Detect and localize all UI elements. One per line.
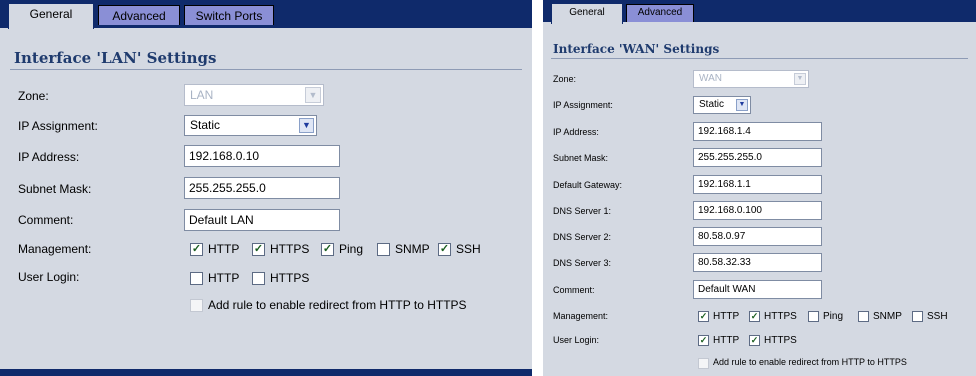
wan-dns3-label: DNS Server 3: <box>553 258 612 268</box>
wan-dns2-input[interactable]: 80.58.0.97 <box>693 227 822 246</box>
lan-settings-panel: General Advanced Switch Ports Interface … <box>0 0 532 376</box>
wan-zone-value: WAN <box>699 73 722 84</box>
chevron-down-icon: ▼ <box>794 73 806 85</box>
wan-default-gateway-label: Default Gateway: <box>553 180 623 190</box>
wan-management-snmp-label: SNMP <box>873 311 902 322</box>
wan-dns1-input[interactable]: 192.168.0.100 <box>693 201 822 220</box>
wan-comment-label: Comment: <box>553 285 595 295</box>
lan-user-login-label: User Login: <box>18 270 80 284</box>
wan-management-http-label: HTTP <box>713 311 740 322</box>
lan-subnet-mask-label: Subnet Mask: <box>18 182 92 196</box>
wan-title-divider <box>551 58 968 59</box>
wan-management-https-checkbox[interactable]: ✓ <box>749 311 760 322</box>
wan-zone-label: Zone: <box>553 74 577 84</box>
wan-zone-select: WAN ▼ <box>693 70 809 88</box>
wan-ip-assignment-value: Static <box>699 99 725 110</box>
wan-management-ssh-label: SSH <box>927 311 948 322</box>
lan-management-http-label: HTTP <box>208 242 240 256</box>
wan-ip-address-input[interactable]: 192.168.1.4 <box>693 122 822 141</box>
lan-subnet-mask-input[interactable]: 255.255.255.0 <box>184 177 340 199</box>
wan-management-label: Management: <box>553 311 609 321</box>
wan-default-gateway-input[interactable]: 192.168.1.1 <box>693 175 822 194</box>
lan-tab-general[interactable]: General <box>8 3 94 29</box>
wan-user-login-label: User Login: <box>553 335 600 345</box>
wan-ip-assignment-select[interactable]: Static ▼ <box>693 96 751 114</box>
wan-dns3-input[interactable]: 80.58.32.33 <box>693 253 822 272</box>
lan-ip-address-input[interactable]: 192.168.0.10 <box>184 145 340 167</box>
wan-dns1-label: DNS Server 1: <box>553 206 612 216</box>
lan-zone-value: LAN <box>190 88 214 102</box>
wan-management-http-checkbox[interactable]: ✓ <box>698 311 709 322</box>
wan-user-login-http-label: HTTP <box>713 335 740 346</box>
lan-zone-label: Zone: <box>18 89 49 103</box>
lan-title-divider <box>10 69 522 70</box>
chevron-down-icon: ▼ <box>305 87 321 103</box>
wan-management-ssh-checkbox[interactable] <box>912 311 923 322</box>
lan-management-label: Management: <box>18 242 92 256</box>
lan-user-login-https-checkbox[interactable] <box>252 272 265 285</box>
wan-user-login-http-checkbox[interactable]: ✓ <box>698 335 709 346</box>
lan-management-http-checkbox[interactable]: ✓ <box>190 243 203 256</box>
lan-ip-assignment-value: Static <box>190 118 221 132</box>
wan-redirect-label: Add rule to enable redirect from HTTP to… <box>713 357 907 367</box>
wan-tab-general[interactable]: General <box>551 3 623 24</box>
wan-user-login-https-label: HTTPS <box>764 335 797 346</box>
lan-management-ping-label: Ping <box>339 242 364 256</box>
wan-management-ping-label: Ping <box>823 311 844 322</box>
lan-management-ssh-label: SSH <box>456 242 481 256</box>
lan-management-snmp-checkbox[interactable] <box>377 243 390 256</box>
wan-comment-input[interactable]: Default WAN <box>693 280 822 299</box>
wan-management-https-label: HTTPS <box>764 311 797 322</box>
lan-redirect-label: Add rule to enable redirect from HTTP to… <box>208 298 467 312</box>
wan-page-title: Interface 'WAN' Settings <box>553 42 720 56</box>
lan-ip-address-label: IP Address: <box>18 150 80 164</box>
lan-management-https-label: HTTPS <box>270 242 310 256</box>
lan-management-ping-checkbox[interactable]: ✓ <box>321 243 334 256</box>
lan-tab-advanced[interactable]: Advanced <box>98 5 180 25</box>
wan-ip-assignment-label: IP Assignment: <box>553 100 613 110</box>
wan-user-login-https-checkbox[interactable]: ✓ <box>749 335 760 346</box>
lan-bottom-border <box>0 369 532 376</box>
lan-zone-select: LAN ▼ <box>184 84 324 106</box>
lan-comment-label: Comment: <box>18 213 74 227</box>
wan-settings-panel: General Advanced Interface 'WAN' Setting… <box>543 0 976 376</box>
chevron-down-icon[interactable]: ▼ <box>299 118 314 133</box>
lan-management-ssh-checkbox[interactable]: ✓ <box>438 243 451 256</box>
lan-ip-assignment-label: IP Assignment: <box>18 119 98 133</box>
lan-redirect-checkbox[interactable] <box>190 299 203 312</box>
lan-ip-assignment-select[interactable]: Static ▼ <box>184 115 317 136</box>
lan-user-login-http-label: HTTP <box>208 271 240 285</box>
wan-dns2-label: DNS Server 2: <box>553 232 612 242</box>
wan-tab-advanced[interactable]: Advanced <box>626 4 694 22</box>
chevron-down-icon[interactable]: ▼ <box>736 99 748 111</box>
wan-management-ping-checkbox[interactable] <box>808 311 819 322</box>
wan-ip-address-label: IP Address: <box>553 127 599 137</box>
lan-comment-input[interactable]: Default LAN <box>184 209 340 231</box>
wan-redirect-checkbox[interactable] <box>698 358 709 369</box>
wan-subnet-mask-label: Subnet Mask: <box>553 153 609 163</box>
lan-management-https-checkbox[interactable]: ✓ <box>252 243 265 256</box>
lan-tab-switch-ports[interactable]: Switch Ports <box>184 5 274 25</box>
wan-management-snmp-checkbox[interactable] <box>858 311 869 322</box>
lan-management-snmp-label: SNMP <box>395 242 430 256</box>
lan-user-login-http-checkbox[interactable] <box>190 272 203 285</box>
lan-user-login-https-label: HTTPS <box>270 271 310 285</box>
wan-subnet-mask-input[interactable]: 255.255.255.0 <box>693 148 822 167</box>
lan-page-title: Interface 'LAN' Settings <box>14 49 217 67</box>
